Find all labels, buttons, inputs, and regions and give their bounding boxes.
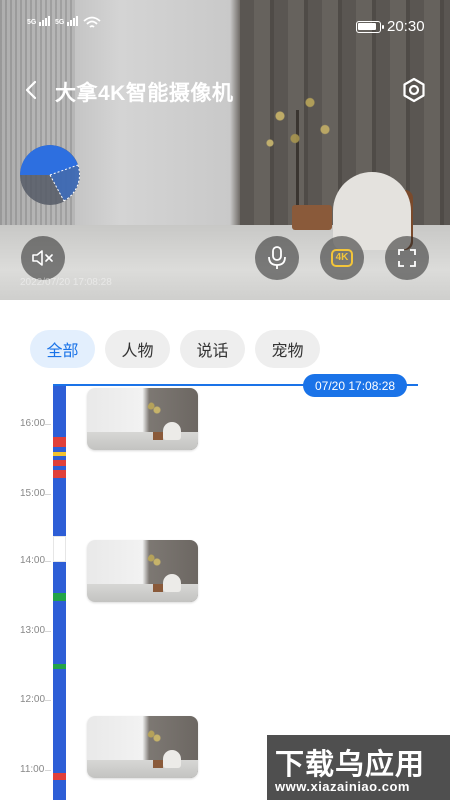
signal-sim2-icon: 5G — [55, 16, 79, 26]
hour-tick — [45, 770, 51, 771]
thumbnail-chair — [163, 422, 181, 440]
back-button[interactable] — [20, 78, 44, 102]
fullscreen-button[interactable] — [385, 236, 429, 280]
video-scene-pot — [292, 205, 332, 230]
clock: 20:30 — [387, 18, 425, 35]
timeline-event-pet[interactable] — [53, 593, 66, 601]
chip-talk[interactable]: 说话 — [180, 330, 245, 368]
live-video-view[interactable]: 5G 5G 20:30 大拿4K智能摄像机 4K 2022/07/20 17:0… — [0, 0, 450, 300]
hour-label: 13:00 — [20, 625, 46, 636]
hour-tick — [45, 424, 51, 425]
watermark-title: 下载乌应用 — [275, 747, 426, 781]
hour-tick — [45, 494, 51, 495]
timeline-event-person[interactable] — [53, 773, 66, 780]
timeline-gap — [53, 536, 66, 562]
thumbnail-pot — [153, 584, 163, 592]
video-timestamp: 2022/07/20 17:08:28 — [20, 277, 112, 288]
thumbnail-floor — [87, 584, 198, 602]
timeline-event-talk[interactable] — [53, 452, 66, 456]
speaker-muted-icon — [32, 250, 53, 266]
recording-thumbnail[interactable] — [87, 716, 198, 778]
battery-icon — [356, 21, 384, 33]
ptz-direction-icon[interactable] — [20, 145, 80, 205]
timeline-current-time: 07/20 17:08:28 — [303, 374, 408, 397]
video-scene-leaves — [250, 80, 350, 170]
watermark: 下载乌应用 www.xiazainiao.com — [267, 735, 450, 800]
thumbnail-plant — [147, 552, 167, 572]
hour-label: 12:00 — [20, 694, 46, 705]
chip-pet[interactable]: 宠物 — [255, 330, 320, 368]
thumbnail-floor — [87, 432, 198, 450]
watermark-url: www.xiazainiao.com — [275, 779, 410, 794]
timeline-event-person[interactable] — [53, 460, 66, 466]
microphone-icon — [268, 246, 286, 269]
signal-sim1-icon: 5G — [27, 16, 51, 26]
hour-label: 14:00 — [20, 555, 46, 566]
fullscreen-icon — [398, 249, 416, 267]
settings-button[interactable] — [400, 76, 428, 104]
wifi-icon — [83, 16, 101, 28]
hour-label: 16:00 — [20, 418, 46, 429]
thumbnail-chair — [163, 574, 181, 592]
thumbnail-pot — [153, 432, 163, 440]
thumbnail-floor — [87, 760, 198, 778]
thumbnail-pot — [153, 760, 163, 768]
thumbnail-chair — [163, 750, 181, 768]
thumbnail-plant — [147, 728, 167, 748]
sim1-label: 5G — [27, 19, 37, 26]
status-bar: 5G 5G 20:30 — [0, 0, 450, 50]
page-title: 大拿4K智能摄像机 — [55, 82, 234, 105]
hour-label: 11:00 — [20, 764, 45, 775]
microphone-button[interactable] — [255, 236, 299, 280]
filter-chip-group: 全部 人物 说话 宠物 — [30, 330, 320, 368]
hour-tick — [45, 700, 51, 701]
quality-4k-button[interactable]: 4K — [320, 236, 364, 280]
recording-thumbnail[interactable] — [87, 388, 198, 450]
quality-label: 4K — [330, 249, 354, 267]
recording-thumbnail[interactable] — [87, 540, 198, 602]
hour-label: 15:00 — [20, 488, 46, 499]
timeline-event-pet[interactable] — [53, 664, 66, 669]
mute-button[interactable] — [21, 236, 65, 280]
timeline-event-person[interactable] — [53, 470, 66, 478]
hour-tick — [45, 631, 51, 632]
chip-all[interactable]: 全部 — [30, 330, 95, 368]
hour-tick — [45, 561, 51, 562]
timeline-event-person[interactable] — [53, 437, 66, 447]
chip-person[interactable]: 人物 — [105, 330, 170, 368]
thumbnail-plant — [147, 400, 167, 420]
sim2-label: 5G — [55, 19, 65, 26]
